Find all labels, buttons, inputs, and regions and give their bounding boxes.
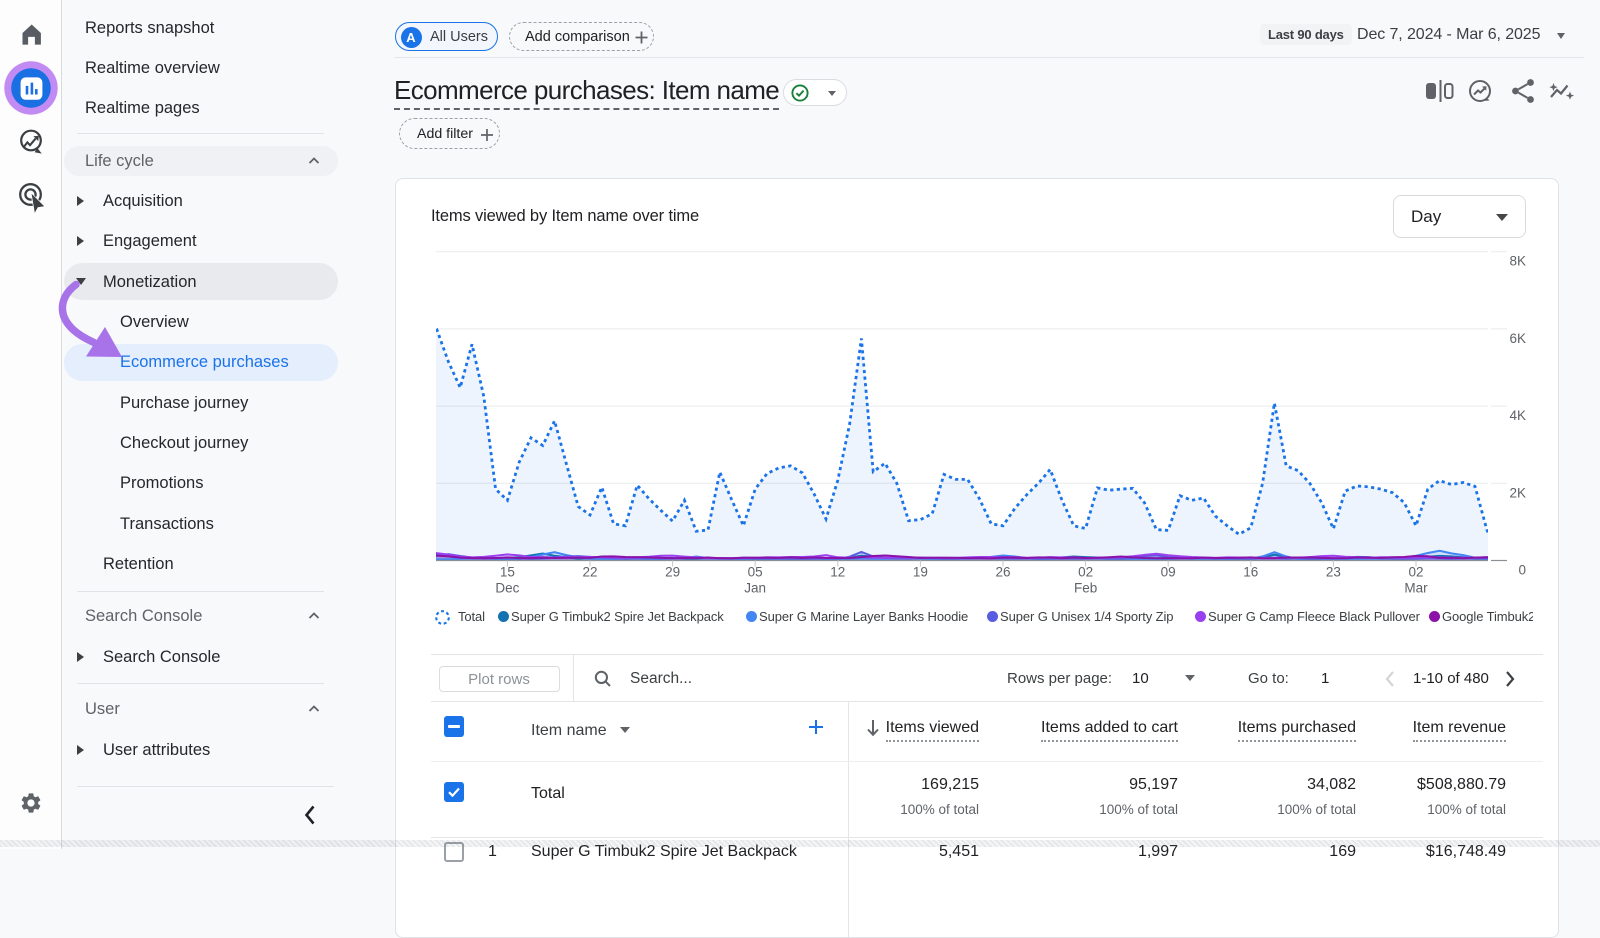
svg-text:2K: 2K <box>1509 485 1526 500</box>
svg-text:22: 22 <box>582 565 597 580</box>
svg-text:4K: 4K <box>1509 408 1526 423</box>
svg-text:Dec: Dec <box>495 581 519 596</box>
svg-text:Feb: Feb <box>1074 581 1097 596</box>
svg-text:23: 23 <box>1326 565 1341 580</box>
svg-text:05: 05 <box>748 565 763 580</box>
svg-text:29: 29 <box>665 565 680 580</box>
svg-text:6K: 6K <box>1509 331 1526 346</box>
svg-text:Mar: Mar <box>1404 581 1428 596</box>
svg-text:02: 02 <box>1408 565 1423 580</box>
svg-text:0: 0 <box>1518 563 1526 578</box>
svg-text:16: 16 <box>1243 565 1258 580</box>
svg-text:02: 02 <box>1078 565 1093 580</box>
svg-text:15: 15 <box>500 565 515 580</box>
svg-text:26: 26 <box>995 565 1010 580</box>
svg-text:12: 12 <box>830 565 845 580</box>
svg-text:8K: 8K <box>1509 254 1526 269</box>
svg-text:09: 09 <box>1161 565 1176 580</box>
svg-text:Jan: Jan <box>744 581 766 596</box>
svg-text:19: 19 <box>913 565 928 580</box>
